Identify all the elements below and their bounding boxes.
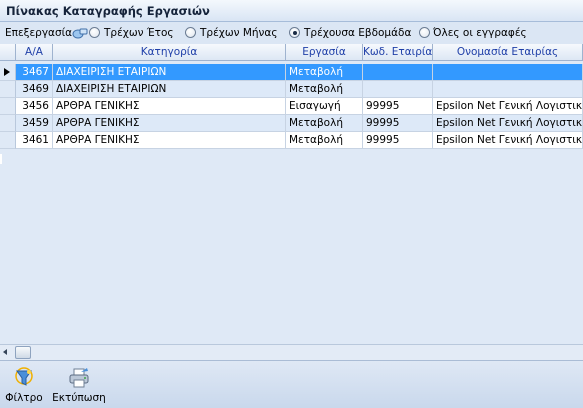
edit-label: Επεξεργασία <box>5 27 73 39</box>
current-row-pointer-icon <box>4 68 10 76</box>
cell-company-name[interactable]: Epsilon Net Γενική Λογιστική (Ν <box>433 115 583 132</box>
cell-company-code[interactable]: 99995 <box>363 132 433 149</box>
row-header[interactable] <box>0 81 16 98</box>
window-title: Πίνακας Καταγραφής Εργασιών <box>6 4 210 18</box>
scroll-left-icon[interactable] <box>3 349 7 355</box>
cell-company-code[interactable] <box>363 81 433 98</box>
table-row[interactable]: 3461 ΑΡΘΡΑ ΓΕΝΙΚΗΣ Μεταβολή 99995 Epsilo… <box>0 132 583 149</box>
printer-icon <box>69 368 89 388</box>
cell-aa[interactable]: 3456 <box>16 98 53 115</box>
cell-category[interactable]: ΔΙΑΧΕΙΡΙΣΗ ΕΤΑΙΡΙΩΝ <box>53 81 286 98</box>
cell-company-name[interactable] <box>433 81 583 98</box>
filter-button-label: Φίλτρο <box>5 392 43 404</box>
radio-current-year[interactable] <box>89 27 100 38</box>
column-header-company-code[interactable]: Κωδ. Εταιρίας <box>363 44 433 61</box>
records-grid: Α/Α Κατηγορία Εργασία Κωδ. Εταιρίας Ονομ… <box>0 44 583 344</box>
cell-aa[interactable]: 3467 <box>16 64 53 81</box>
radio-all-records[interactable] <box>419 27 430 38</box>
horizontal-scrollbar[interactable] <box>0 344 583 360</box>
column-header-company-name[interactable]: Ονομασία Εταιρίας <box>433 44 583 61</box>
cell-category[interactable]: ΑΡΘΡΑ ΓΕΝΙΚΗΣ <box>53 115 286 132</box>
cell-category[interactable]: ΔΙΑΧΕΙΡΙΣΗ ΕΤΑΙΡΙΩΝ <box>53 64 286 81</box>
radio-current-month[interactable] <box>185 27 196 38</box>
cell-company-name[interactable] <box>433 64 583 81</box>
cell-task[interactable]: Μεταβολή <box>286 81 363 98</box>
new-row-marker <box>0 154 2 164</box>
cell-company-name[interactable]: Epsilon Net Γενική Λογιστική (Ν <box>433 132 583 149</box>
edit-icon[interactable] <box>72 27 88 39</box>
radio-current-week-label[interactable]: Τρέχουσα Εβδομάδα <box>304 27 411 39</box>
scrollbar-thumb[interactable] <box>15 346 31 359</box>
column-header-aa[interactable]: Α/Α <box>16 44 53 61</box>
row-header[interactable] <box>0 115 16 132</box>
cell-aa[interactable]: 3469 <box>16 81 53 98</box>
cell-aa[interactable]: 3459 <box>16 115 53 132</box>
table-row[interactable]: 3459 ΑΡΘΡΑ ΓΕΝΙΚΗΣ Μεταβολή 99995 Epsilo… <box>0 115 583 132</box>
cell-category[interactable]: ΑΡΘΡΑ ΓΕΝΙΚΗΣ <box>53 132 286 149</box>
radio-current-week[interactable] <box>289 27 300 38</box>
row-header[interactable] <box>0 98 16 115</box>
column-header-category[interactable]: Κατηγορία <box>53 44 286 61</box>
table-row[interactable]: 3467 ΔΙΑΧΕΙΡΙΣΗ ΕΤΑΙΡΙΩΝ Μεταβολή <box>0 64 583 81</box>
row-header[interactable] <box>0 132 16 149</box>
cell-task[interactable]: Μεταβολή <box>286 115 363 132</box>
radio-all-records-label[interactable]: Όλες οι εγγραφές <box>433 27 527 39</box>
filter-icon <box>15 367 33 386</box>
column-header-task[interactable]: Εργασία <box>286 44 363 61</box>
cell-task[interactable]: Μεταβολή <box>286 132 363 149</box>
radio-current-year-label[interactable]: Τρέχων Έτος <box>104 27 174 39</box>
row-header-corner <box>0 44 16 61</box>
cell-company-code[interactable]: 99995 <box>363 98 433 115</box>
cell-task[interactable]: Μεταβολή <box>286 64 363 81</box>
row-header[interactable] <box>0 64 16 81</box>
cell-company-name[interactable]: Epsilon Net Γενική Λογιστική (Ν <box>433 98 583 115</box>
cell-company-code[interactable]: 99995 <box>363 115 433 132</box>
table-row[interactable]: 3469 ΔΙΑΧΕΙΡΙΣΗ ΕΤΑΙΡΙΩΝ Μεταβολή <box>0 81 583 98</box>
cell-task[interactable]: Εισαγωγή <box>286 98 363 115</box>
radio-current-month-label[interactable]: Τρέχων Μήνας <box>200 27 277 39</box>
cell-category[interactable]: ΑΡΘΡΑ ΓΕΝΙΚΗΣ <box>53 98 286 115</box>
print-button[interactable]: Εκτύπωση <box>52 367 106 404</box>
bottom-toolbar: Φίλτρο Εκτύπωση <box>0 360 583 408</box>
options-bar: Επεξεργασία Τρέχων Έτος Τρέχων Μήνας Τρέ… <box>0 22 583 44</box>
table-row[interactable]: 3456 ΑΡΘΡΑ ΓΕΝΙΚΗΣ Εισαγωγή 99995 Epsilo… <box>0 98 583 115</box>
cell-company-code[interactable] <box>363 64 433 81</box>
print-button-label: Εκτύπωση <box>52 392 106 404</box>
title-bar: Πίνακας Καταγραφής Εργασιών <box>0 0 583 22</box>
filter-button[interactable]: Φίλτρο <box>4 367 44 404</box>
cell-aa[interactable]: 3461 <box>16 132 53 149</box>
